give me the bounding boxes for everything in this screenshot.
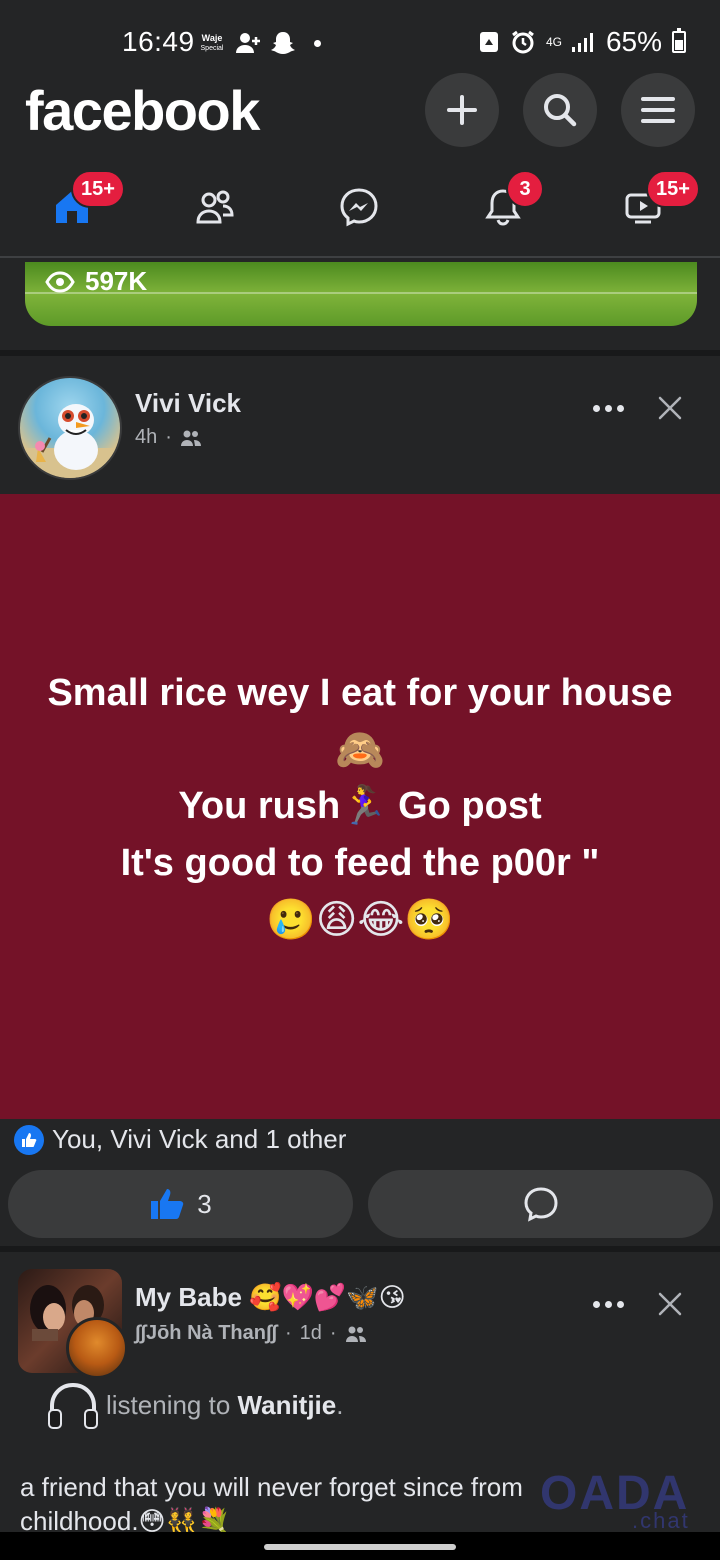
post-text-line: It's good to feed the p00r " [120, 842, 600, 884]
post-time[interactable]: 4h [135, 426, 157, 449]
like-button[interactable]: 3 [8, 1170, 353, 1238]
status-bar: 16:49 Waje Special 4G 65% [0, 0, 720, 80]
create-button[interactable] [425, 73, 499, 147]
listening-song[interactable]: Wanitjie [238, 1390, 337, 1420]
messenger-icon [340, 188, 378, 227]
person-add-icon [236, 33, 260, 53]
reactions-text: You, Vivi Vick and 1 other [52, 1124, 347, 1154]
video-views: 597K [45, 266, 147, 297]
author-avatar[interactable] [18, 376, 122, 480]
alarm-icon [512, 30, 534, 54]
app-header: facebook [0, 70, 720, 160]
comment-icon [523, 1187, 558, 1222]
dot [616, 404, 624, 412]
eye-icon [45, 270, 75, 293]
oada-watermark: OADA .chat [540, 1466, 689, 1533]
hide-post-close-icon[interactable] [654, 1288, 686, 1320]
listening-text: listening to Wanitjie. [106, 1390, 343, 1421]
plus-icon [447, 95, 477, 125]
post-time[interactable]: 1d [300, 1322, 322, 1345]
tab-home[interactable]: 15+ [27, 170, 125, 242]
tab-video[interactable]: 15+ [598, 170, 700, 242]
post-header: Vivi Vick 4h · [0, 356, 720, 496]
meta-separator: · [329, 1322, 337, 1344]
post-text-line: Small rice wey I eat for your house [47, 672, 673, 714]
post-meta: 4h · [135, 426, 202, 449]
post-text-line: You rush🏃‍♀️ Go post [178, 785, 542, 827]
status-left-icons: Waje Special [198, 30, 321, 56]
system-nav-bar [0, 1532, 720, 1560]
post-options-button[interactable] [588, 1294, 628, 1314]
listening-status: listening to Wanitjie. [46, 1380, 343, 1430]
post-author[interactable]: Vivi Vick [135, 388, 241, 419]
like-reaction-icon [14, 1124, 44, 1155]
video-badge: 15+ [646, 170, 700, 208]
dot [616, 1300, 624, 1308]
status-right-icons: 4G 65% [478, 26, 686, 58]
comment-button[interactable] [368, 1170, 713, 1238]
dot [604, 1300, 612, 1308]
hamburger-icon [641, 97, 675, 123]
dot [592, 1300, 600, 1308]
post-text-emojis: 🥲😩😂🥺 [265, 897, 455, 943]
listening-suffix: . [336, 1389, 344, 1420]
post-meta: ∫∫Jōh Nà Than∫∫ · 1d · [135, 1322, 367, 1345]
friends-audience-icon [345, 1326, 366, 1342]
post-text-emoji: 🙈 [335, 727, 385, 773]
home-badge: 15+ [71, 170, 125, 208]
search-button[interactable] [523, 73, 597, 147]
hide-post-close-icon[interactable] [654, 392, 686, 424]
friends-audience-icon [180, 430, 201, 446]
views-count: 597K [85, 266, 148, 296]
meta-separator: · [165, 426, 172, 448]
recycle-icon [479, 32, 498, 52]
friends-icon [196, 190, 234, 224]
meta-separator: · [284, 1322, 292, 1344]
battery-percent: 65% [605, 26, 662, 57]
headphones-icon [48, 1382, 98, 1429]
post-background-text[interactable]: Small rice wey I eat for your house 🙈 Yo… [0, 494, 720, 1119]
tab-bar: 15+ 3 15+ [0, 160, 720, 258]
battery-icon [672, 28, 686, 53]
status-time: 16:49 [122, 26, 195, 57]
tab-friends[interactable] [170, 172, 260, 242]
menu-button[interactable] [621, 73, 695, 147]
thumbs-up-icon [151, 1189, 184, 1219]
post-author[interactable]: My Babe 🥰💖💕🦋😘 [135, 1282, 406, 1313]
like-count: 3 [197, 1188, 212, 1219]
watermark-suffix: .chat [632, 1508, 690, 1533]
tab-notifications[interactable]: 3 [458, 170, 548, 242]
post-subtitle-name[interactable]: ∫∫Jōh Nà Than∫∫ [135, 1322, 277, 1345]
waje-app-icon: Waje Special [200, 32, 224, 52]
dot [604, 404, 612, 412]
dot [592, 404, 600, 412]
olaf-avatar-image [20, 404, 120, 478]
network-type: 4G [545, 35, 562, 49]
signal-icon [571, 33, 593, 52]
facebook-logo[interactable]: facebook [25, 78, 260, 143]
gesture-handle[interactable] [264, 1544, 456, 1550]
notifications-badge: 3 [506, 170, 544, 208]
listening-prefix: listening to [106, 1389, 238, 1420]
reactions-summary[interactable]: You, Vivi Vick and 1 other [14, 1124, 346, 1155]
snapchat-icon [271, 32, 295, 54]
post-header: My Babe 🥰💖💕🦋😘 ∫∫Jōh Nà Than∫∫ · 1d · [0, 1248, 720, 1368]
post-options-button[interactable] [588, 398, 628, 418]
search-icon [544, 94, 577, 127]
tab-messenger[interactable] [314, 172, 404, 242]
previous-video-thumbnail[interactable]: 597K [25, 262, 697, 326]
notification-dot [314, 39, 321, 47]
